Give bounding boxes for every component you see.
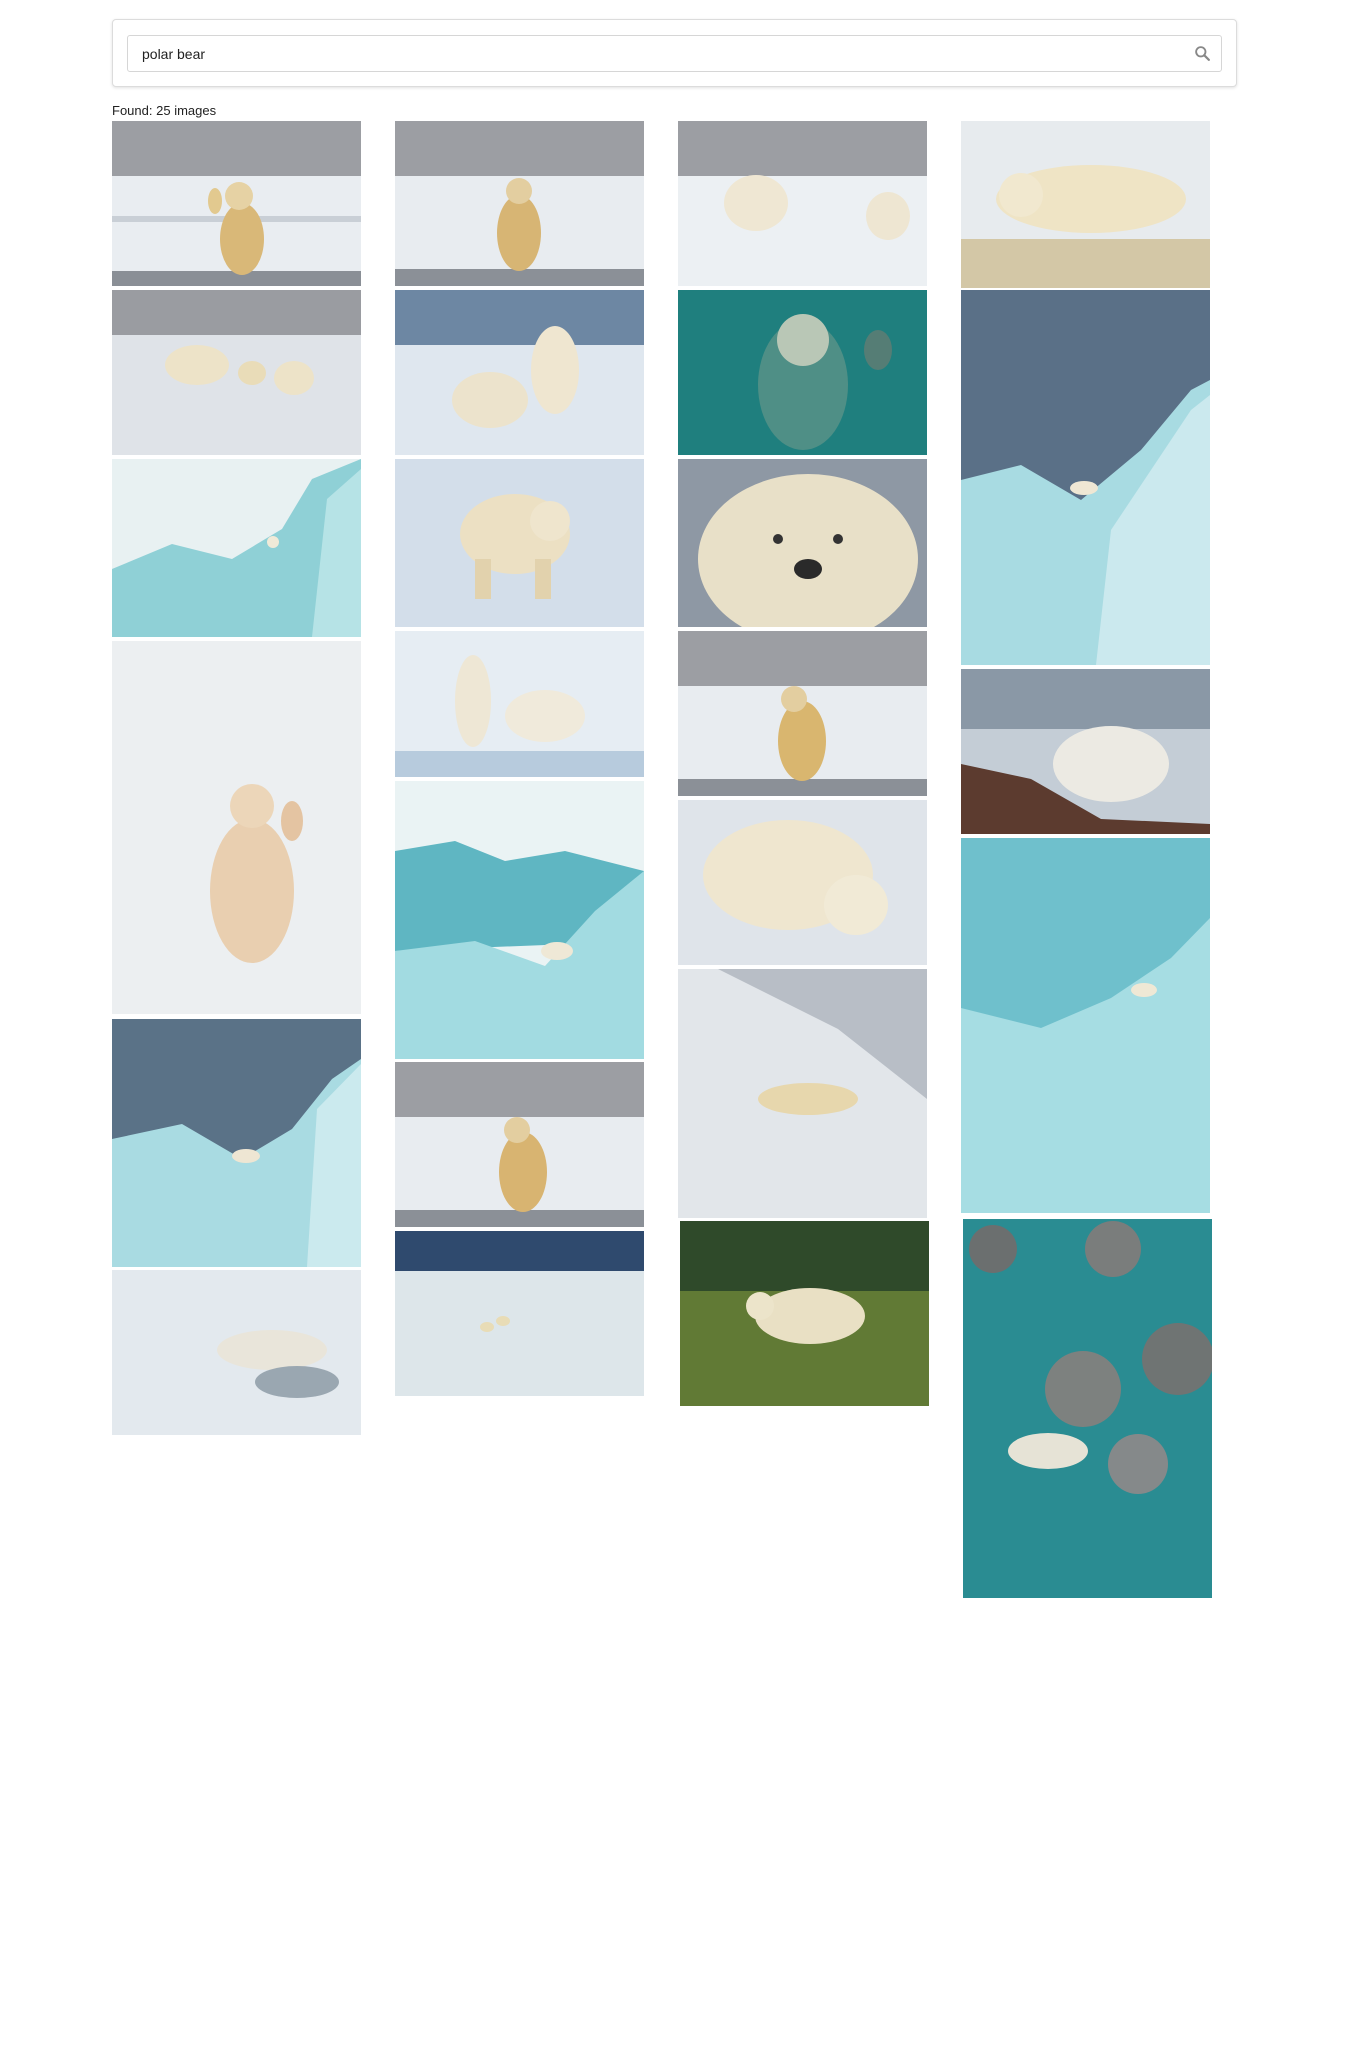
image-thumbnail[interactable] [395,631,644,777]
image-thumbnail[interactable] [112,121,361,286]
polar-bear-sitting-image [395,121,644,286]
polar-bear-paw-raised-image [395,1062,644,1227]
polar-bear-shore-image [961,669,1210,834]
image-thumbnail[interactable] [112,641,361,1014]
image-thumbnail[interactable] [963,1219,1212,1598]
image-thumbnail[interactable] [678,121,927,286]
polar-bear-standing-snow-image [112,641,361,1014]
search-box[interactable] [127,35,1222,72]
image-thumbnail[interactable] [961,290,1210,665]
polar-bears-play-fighting-image [395,290,644,455]
polar-bear-grass-image [680,1221,929,1406]
image-thumbnail[interactable] [678,800,927,965]
polar-bear-resting-rocks-image [963,1219,1212,1598]
results-count: Found: 25 images [112,103,216,118]
iceberg-bear-image [112,1019,361,1267]
results-count-value: 25 [156,103,171,118]
image-thumbnail[interactable] [680,1221,929,1406]
image-thumbnail[interactable] [112,459,361,637]
polar-bears-distant-ice-image [395,1231,644,1396]
polar-bear-walking-image [395,459,644,627]
image-thumbnail[interactable] [678,290,927,455]
image-thumbnail[interactable] [395,1231,644,1396]
results-unit: images [174,103,217,118]
polar-bear-underwater-image [678,290,927,455]
swimming-polar-bear-image [112,1270,361,1435]
polar-bear-closeup-face-image [678,459,927,627]
image-thumbnail[interactable] [112,290,361,455]
image-thumbnail[interactable] [395,290,644,455]
image-thumbnail[interactable] [678,631,927,796]
polar-bear-sleeping-snow-image [678,969,927,1218]
polar-bear-family-image [112,290,361,455]
image-thumbnail[interactable] [112,1019,361,1267]
image-thumbnail[interactable] [678,459,927,627]
search-card [112,19,1237,87]
image-thumbnail[interactable] [395,459,644,627]
iceberg-bear-tall-image [961,290,1210,665]
image-thumbnail[interactable] [678,969,927,1218]
search-icon[interactable] [1194,45,1211,62]
results-found-label: Found: [112,103,153,118]
ice-ridge-bear-image [112,459,361,637]
iceberg-blue-bear-image [961,838,1210,1213]
image-thumbnail[interactable] [112,1270,361,1435]
image-thumbnail[interactable] [395,781,644,1059]
search-input[interactable] [128,36,1178,71]
polar-bear-mother-cub-image [395,631,644,777]
polar-bear-lying-ice-image [961,121,1210,288]
image-thumbnail[interactable] [961,121,1210,288]
polar-bear-mother-and-cubs-image [678,800,927,965]
polar-bear-and-cub-image [678,121,927,286]
polar-bear-sitting-up-image [678,631,927,796]
image-thumbnail[interactable] [395,121,644,286]
iceberg-bear-resting-image [395,781,644,1059]
polar-bear-waving-image [112,121,361,286]
image-thumbnail[interactable] [961,838,1210,1213]
image-thumbnail[interactable] [395,1062,644,1227]
image-thumbnail[interactable] [961,669,1210,834]
